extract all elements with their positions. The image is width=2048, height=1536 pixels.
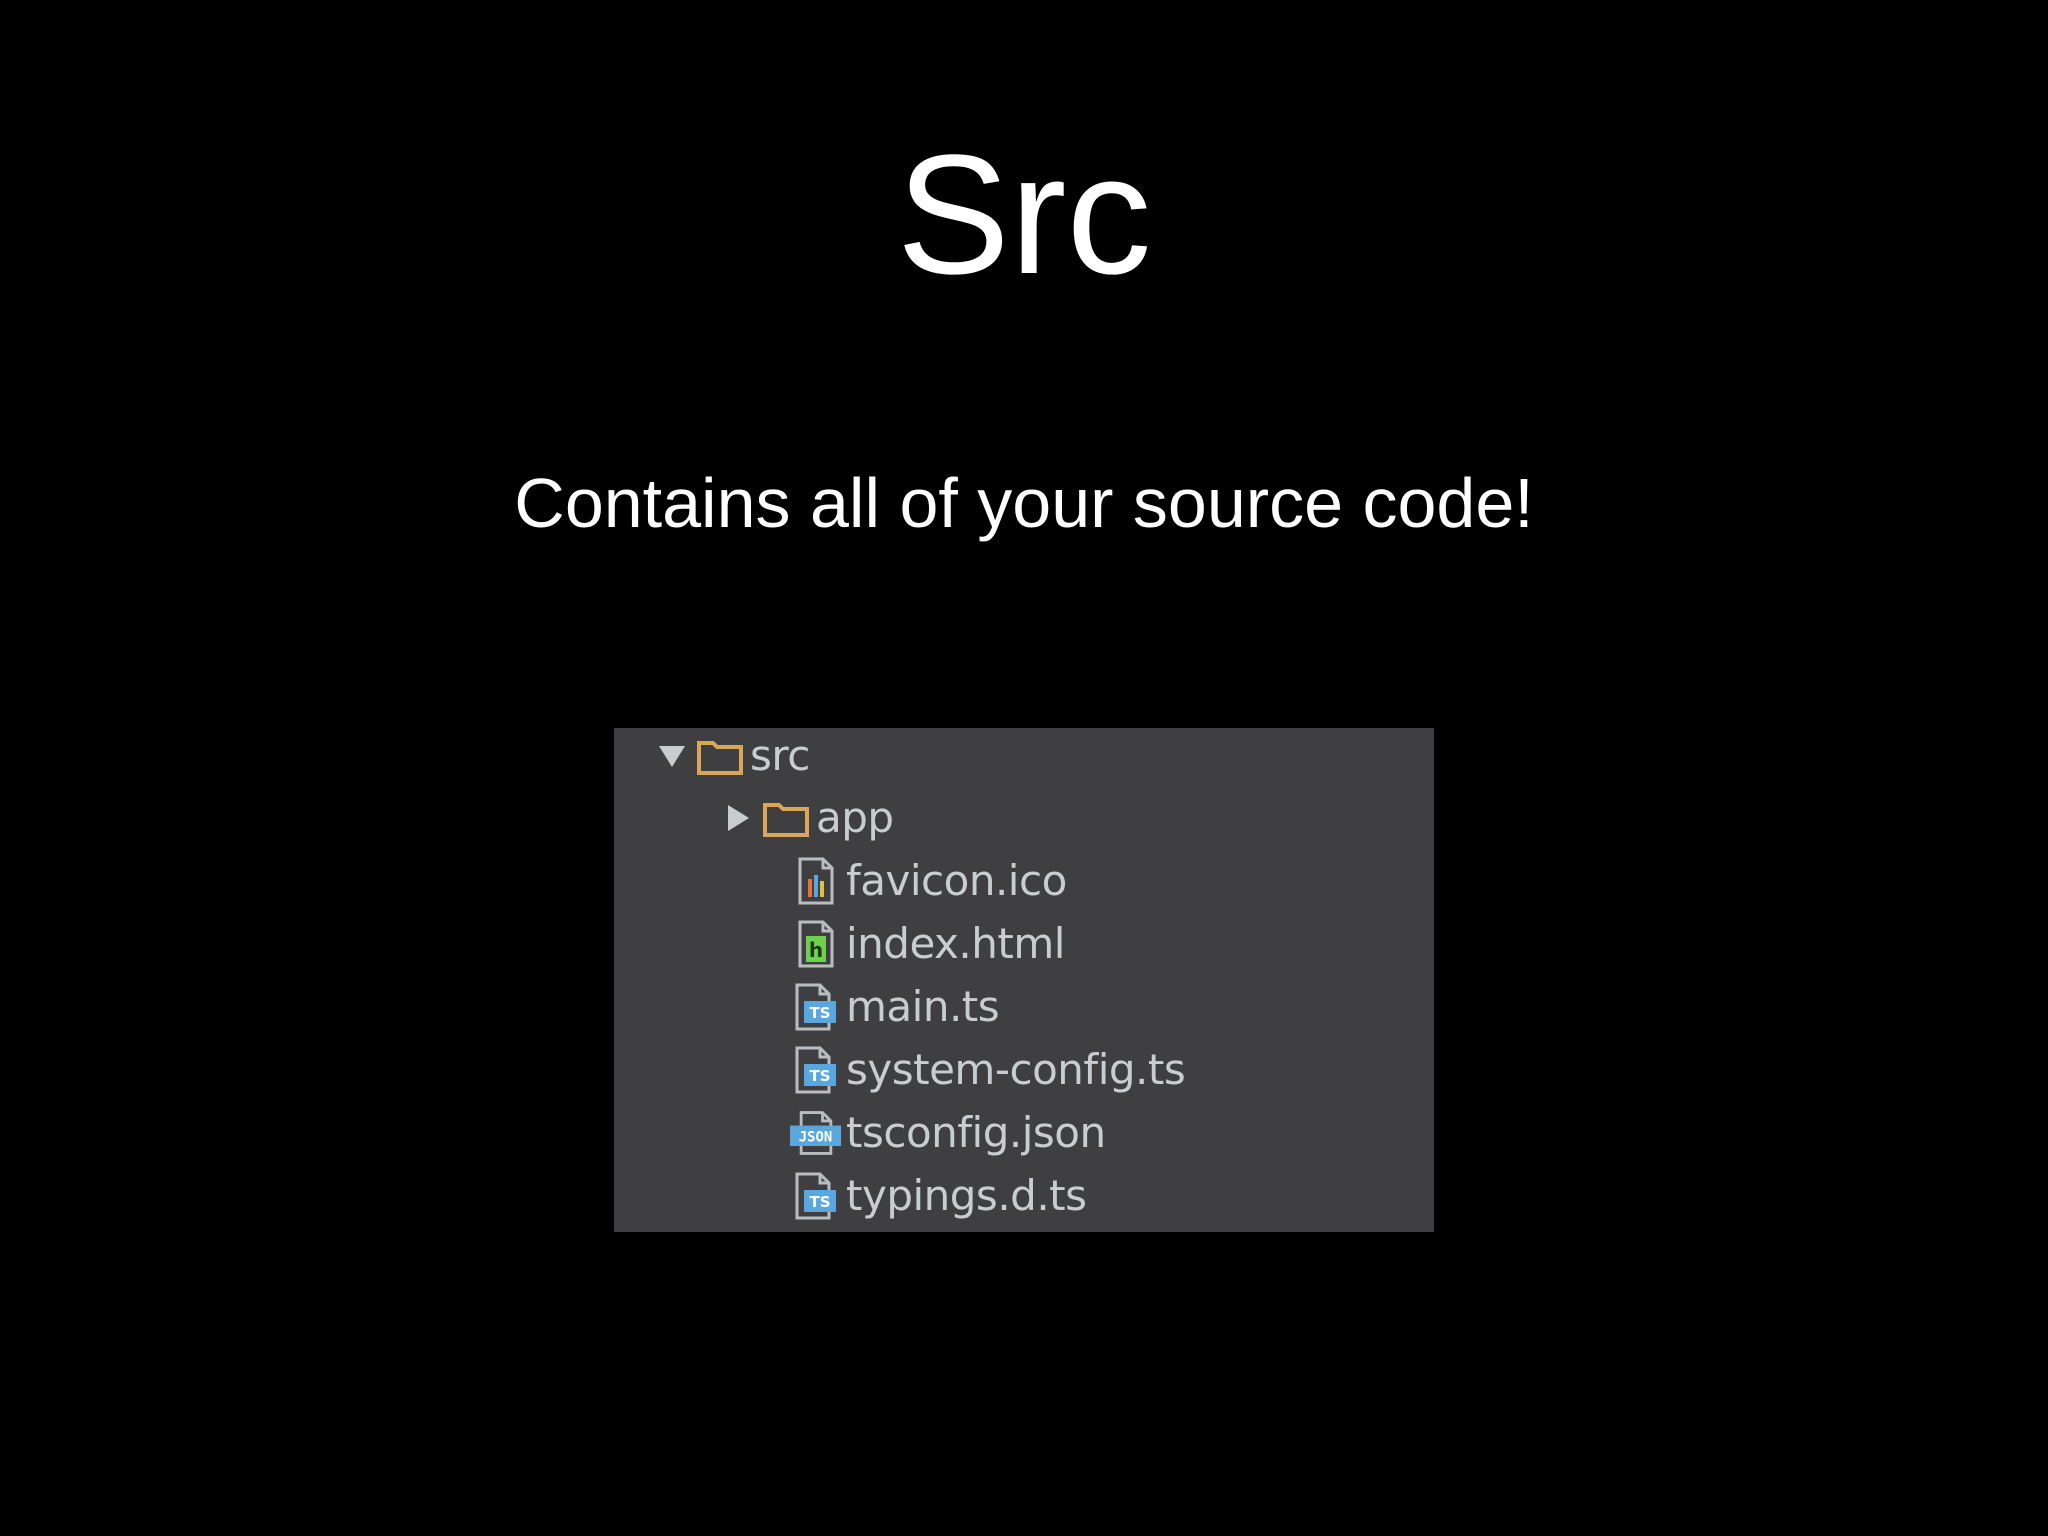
project-tree-panel: src app favicon.ico h index.html TS main… bbox=[614, 728, 1434, 1232]
tree-item-label: system-config.ts bbox=[846, 1045, 1186, 1094]
expand-arrow-down-icon[interactable] bbox=[650, 728, 694, 784]
slide-subtitle: Contains all of your source code! bbox=[514, 464, 1534, 542]
svg-text:JSON: JSON bbox=[799, 1129, 833, 1145]
folder-icon bbox=[694, 728, 746, 784]
tree-item-index-html[interactable]: h index.html bbox=[790, 916, 1065, 972]
tree-item-label: app bbox=[816, 793, 894, 842]
folder-icon bbox=[760, 790, 812, 846]
tree-item-favicon[interactable]: favicon.ico bbox=[790, 853, 1067, 909]
expand-arrow-right-icon[interactable] bbox=[716, 790, 760, 846]
slide: Src Contains all of your source code! sr… bbox=[0, 0, 2048, 1536]
slide-title: Src bbox=[896, 120, 1152, 310]
ts-file-icon: TS bbox=[790, 1042, 842, 1098]
ts-file-icon: TS bbox=[790, 979, 842, 1035]
svg-text:TS: TS bbox=[809, 1193, 830, 1211]
tree-item-app[interactable]: app bbox=[716, 790, 894, 846]
tree-item-tsconfig-json[interactable]: JSON tsconfig.json bbox=[790, 1105, 1106, 1161]
html-file-icon: h bbox=[790, 916, 842, 972]
tree-item-typings-d-ts[interactable]: TS typings.d.ts bbox=[790, 1168, 1087, 1224]
tree-item-label: tsconfig.json bbox=[846, 1108, 1106, 1157]
tree-item-label: typings.d.ts bbox=[846, 1171, 1087, 1220]
json-file-icon: JSON bbox=[790, 1105, 842, 1161]
tree-item-label: main.ts bbox=[846, 982, 1000, 1031]
tree-item-src[interactable]: src bbox=[650, 728, 810, 784]
tree-item-label: favicon.ico bbox=[846, 856, 1067, 905]
svg-text:TS: TS bbox=[809, 1004, 830, 1022]
tree-item-main-ts[interactable]: TS main.ts bbox=[790, 979, 1000, 1035]
tree-item-label: index.html bbox=[846, 919, 1065, 968]
tree-item-label: src bbox=[750, 731, 810, 780]
tree-item-system-config-ts[interactable]: TS system-config.ts bbox=[790, 1042, 1186, 1098]
svg-text:h: h bbox=[809, 938, 823, 962]
ico-file-icon bbox=[790, 853, 842, 909]
ts-file-icon: TS bbox=[790, 1168, 842, 1224]
svg-text:TS: TS bbox=[809, 1067, 830, 1085]
